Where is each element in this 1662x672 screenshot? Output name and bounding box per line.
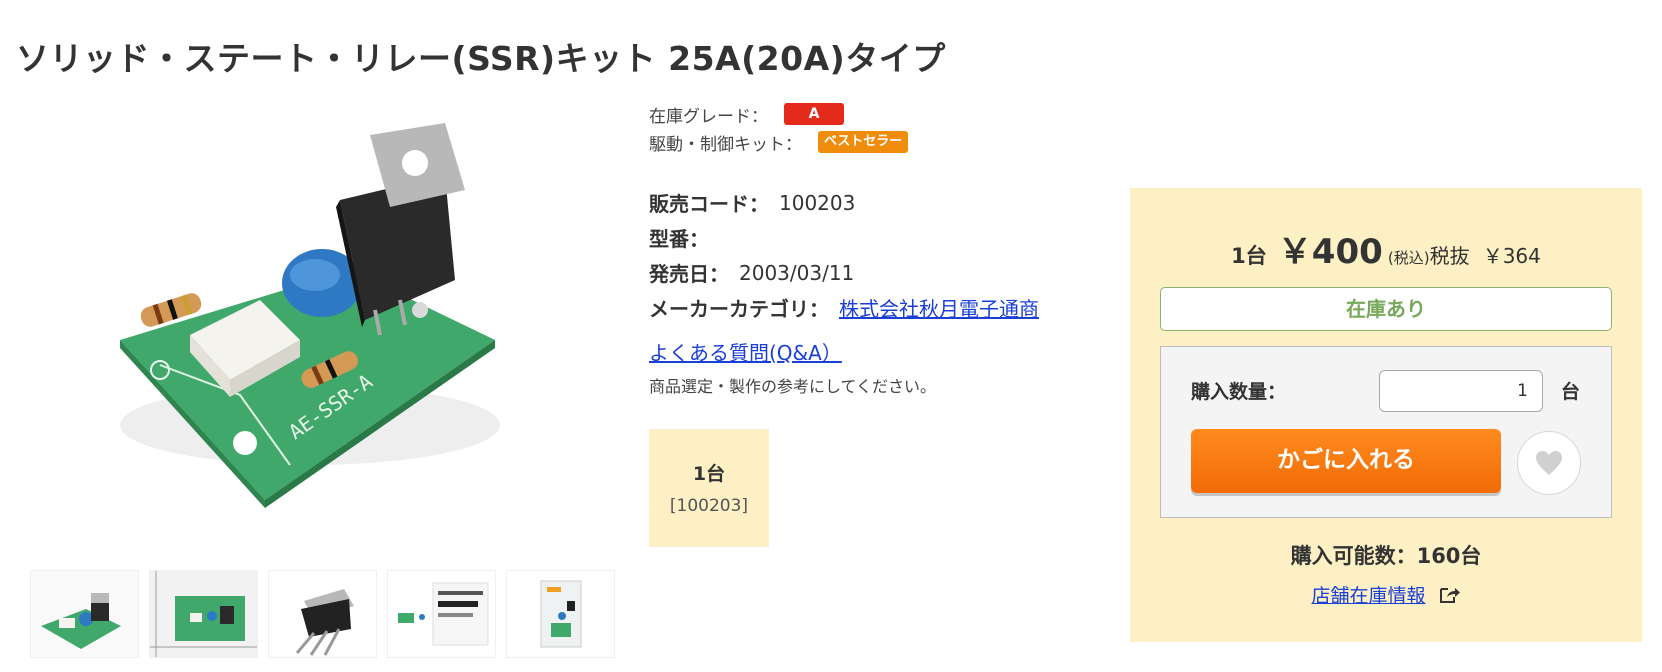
store-stock-link[interactable]: 店舗在庫情報 — [1311, 585, 1425, 607]
unit-option-code: [100203] — [669, 496, 749, 516]
quantity-input[interactable] — [1379, 370, 1543, 412]
purchase-panel: 1台 ￥400 (税込)税抜 ￥364 在庫あり 購入数量： 台 かごに入れる … — [1130, 188, 1642, 642]
add-to-cart-button[interactable]: かごに入れる — [1191, 429, 1501, 493]
favorite-button[interactable] — [1517, 431, 1581, 495]
unit-option-card[interactable]: 1台 [100203] — [649, 429, 769, 547]
maker-link[interactable]: 株式会社秋月電子通商 — [839, 293, 1039, 322]
price-value: ￥400 — [1277, 232, 1383, 272]
thumbnail-strip — [30, 570, 615, 658]
product-specs: 販売コード： 100203 型番： 発売日： 2003/03/11 メーカーカテ… — [649, 185, 1039, 325]
price-line: 1台 ￥400 (税込)税抜 ￥364 — [1130, 224, 1642, 273]
store-stock-row: 店舗在庫情報 — [1130, 581, 1642, 608]
quantity-label: 購入数量： — [1191, 381, 1287, 403]
price-unit: 1台 — [1231, 244, 1267, 268]
grade-info: 在庫グレード： A 駆動・制御キット： ベストセラー — [649, 100, 909, 156]
thumbnail-3[interactable] — [268, 570, 377, 658]
spec-maker: メーカーカテゴリ： 株式会社秋月電子通商 — [649, 290, 1039, 325]
spec-release: 発売日： 2003/03/11 — [649, 255, 1039, 290]
tax-excluded-price: ￥364 — [1482, 244, 1541, 268]
heart-icon — [1536, 451, 1562, 475]
release-label: 発売日： — [649, 262, 729, 286]
sales-code-value: 100203 — [779, 190, 856, 215]
model-label: 型番： — [649, 227, 709, 251]
spec-sales-code: 販売コード： 100203 — [649, 185, 1039, 220]
thumbnail-2[interactable] — [149, 570, 258, 658]
product-title: ソリッド・ステート・リレー(SSR)キット 25A(20A)タイプ — [16, 39, 946, 79]
quantity-unit: 台 — [1561, 381, 1581, 403]
external-link-icon — [1439, 588, 1460, 603]
category-row: 駆動・制御キット： ベストセラー — [649, 128, 909, 156]
bestseller-badge: ベストセラー — [818, 131, 909, 153]
main-product-image[interactable]: AE-SSR-A — [100, 95, 540, 515]
thumbnail-1[interactable] — [30, 570, 139, 658]
spec-model: 型番： — [649, 220, 1039, 255]
faq-link[interactable]: よくある質問(Q&A） — [649, 337, 842, 366]
maker-label: メーカーカテゴリ： — [649, 297, 829, 321]
sales-code-label: 販売コード： — [649, 192, 769, 216]
stock-grade-badge: A — [784, 103, 844, 125]
category-label: 駆動・制御キット： — [649, 134, 802, 155]
available-quantity: 購入可能数：160台 — [1290, 544, 1482, 568]
unit-option-name: 1台 — [692, 463, 726, 485]
buy-box: 購入数量： 台 かごに入れる — [1160, 346, 1612, 518]
stock-grade-label: 在庫グレード： — [649, 106, 768, 127]
faq-note: 商品選定・製作の参考にしてください。 — [649, 377, 937, 396]
release-value: 2003/03/11 — [739, 260, 855, 285]
tax-excluded-label: 税抜 — [1429, 244, 1470, 268]
thumbnail-5[interactable] — [506, 570, 615, 658]
stock-status: 在庫あり — [1160, 287, 1612, 331]
stock-grade-row: 在庫グレード： A — [649, 100, 908, 128]
thumbnail-4[interactable] — [387, 570, 496, 658]
tax-included-note: (税込) — [1387, 249, 1430, 267]
